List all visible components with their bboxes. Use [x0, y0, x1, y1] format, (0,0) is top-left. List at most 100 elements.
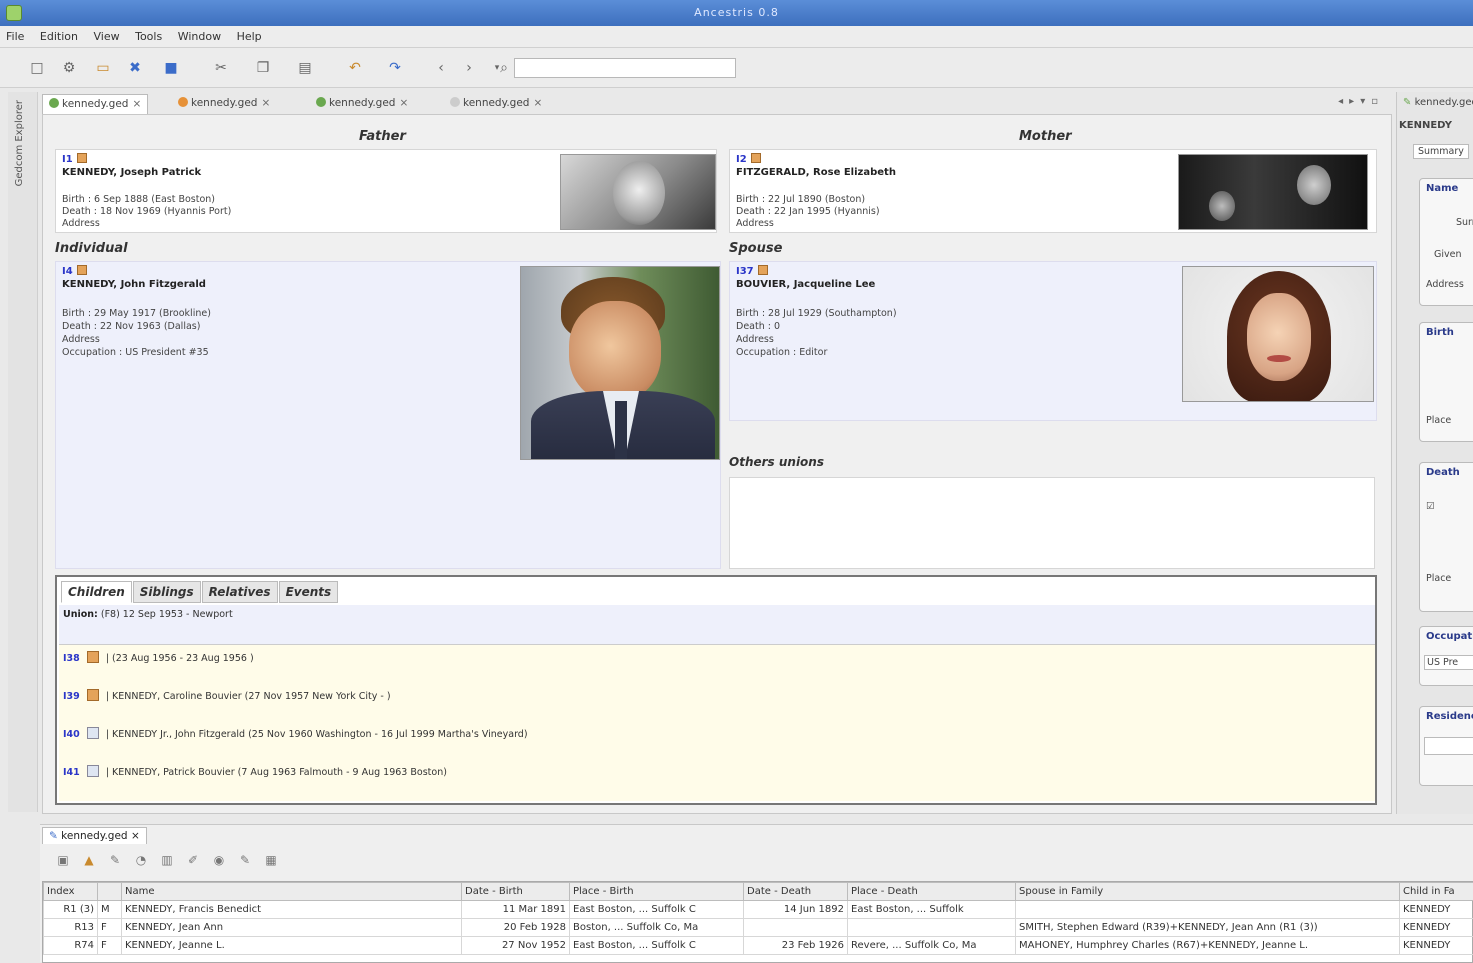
death-section-label: Death	[1426, 467, 1460, 478]
cut-icon[interactable]: ✂	[210, 57, 232, 79]
copy-icon[interactable]: ❐	[252, 57, 274, 79]
father-card[interactable]: I1 KENNEDY, Joseph Patrick Birth : 6 Sep…	[55, 149, 717, 233]
tab-events[interactable]: Events	[279, 581, 339, 603]
child-row[interactable]: I39 | KENNEDY, Caroline Bouvier (27 Nov …	[63, 689, 391, 702]
occupation-value[interactable]: US Pre	[1424, 655, 1473, 670]
cell: MAHONEY, Humphrey Charles (R67)+KENNEDY,…	[1016, 937, 1400, 955]
child-text: | (23 Aug 1956 - 23 Aug 1956 )	[106, 653, 254, 664]
spouse-death: Death : 0	[736, 321, 780, 332]
close-icon[interactable]: ×	[131, 830, 140, 842]
children-list: I38 | (23 Aug 1956 - 23 Aug 1956 ) I39 |…	[59, 645, 1375, 801]
close-file-icon[interactable]: ✖	[124, 57, 146, 79]
paste-icon[interactable]: ▤	[294, 57, 316, 79]
new-file-icon[interactable]: □	[26, 57, 48, 79]
others-unions-list[interactable]	[729, 477, 1375, 569]
close-icon[interactable]: ×	[399, 97, 408, 109]
death-section: Death ☑ Place	[1419, 462, 1473, 612]
col-sex[interactable]	[98, 883, 122, 901]
child-row[interactable]: I40 | KENNEDY Jr., John Fitzgerald (25 N…	[63, 727, 528, 740]
father-id: I1	[62, 153, 87, 165]
summary-tab[interactable]: Summary	[1413, 144, 1469, 159]
father-birth: Birth : 6 Sep 1888 (East Boston)	[62, 194, 215, 205]
mother-header: Mother	[1019, 129, 1072, 144]
media-icon[interactable]: ✐	[184, 853, 202, 871]
individual-card[interactable]: I4 KENNEDY, John Fitzgerald Birth : 29 M…	[55, 261, 721, 569]
tab-kennedy-3[interactable]: kennedy.ged×	[310, 94, 414, 114]
menu-file[interactable]: File	[0, 26, 30, 43]
father-header: Father	[359, 129, 406, 144]
residence-input[interactable]	[1424, 737, 1473, 755]
search-input[interactable]	[514, 58, 736, 78]
col-spouse-in-family[interactable]: Spouse in Family	[1016, 883, 1400, 901]
cell: KENNEDY, Jeanne L.	[122, 937, 462, 955]
tab-relatives[interactable]: Relatives	[202, 581, 278, 603]
repository-icon[interactable]: ▥	[158, 853, 176, 871]
tab-children[interactable]: Children	[61, 581, 132, 603]
submitter-icon[interactable]: ◉	[210, 853, 228, 871]
col-date-birth[interactable]: Date - Birth	[462, 883, 570, 901]
edit-icon[interactable]: ✎	[236, 853, 254, 871]
back-icon[interactable]: ‹	[430, 57, 452, 79]
right-title: KENNEDY	[1399, 120, 1452, 131]
close-icon[interactable]: ×	[261, 97, 270, 109]
save-icon[interactable]: ■	[160, 57, 182, 79]
filter-icon[interactable]: ▦	[262, 853, 280, 871]
birth-section-label: Birth	[1426, 327, 1454, 338]
col-date-death[interactable]: Date - Death	[744, 883, 848, 901]
tab-kennedy-4[interactable]: kennedy.ged×	[444, 94, 548, 114]
individual-id-text: I4	[62, 266, 73, 277]
death-checkbox[interactable]: ☑	[1426, 501, 1435, 512]
menu-window[interactable]: Window	[172, 26, 227, 43]
tab-siblings[interactable]: Siblings	[133, 581, 201, 603]
spouse-card[interactable]: I37 BOUVIER, Jacqueline Lee Birth : 28 J…	[729, 261, 1377, 421]
menu-help[interactable]: Help	[231, 26, 268, 43]
col-place-death[interactable]: Place - Death	[848, 883, 1016, 901]
right-tab[interactable]: ✎ kennedy.ged	[1403, 97, 1473, 108]
col-index[interactable]: Index	[44, 883, 98, 901]
cell: East Boston, ... Suffolk	[848, 901, 1016, 919]
menu-tools[interactable]: Tools	[129, 26, 168, 43]
union-row[interactable]: Union: (F8) 12 Sep 1953 - Newport	[59, 605, 1375, 645]
table-row[interactable]: R74 F KENNEDY, Jeanne L. 27 Nov 1952 Eas…	[44, 937, 1473, 955]
tab-kennedy-2[interactable]: kennedy.ged×	[172, 94, 276, 114]
family-icon[interactable]: ▲	[80, 853, 98, 871]
tab-kennedy-1[interactable]: kennedy.ged ×	[42, 94, 148, 114]
child-text: | KENNEDY, Patrick Bouvier (7 Aug 1963 F…	[106, 767, 447, 778]
table-row[interactable]: R1 (3) M KENNEDY, Francis Benedict 11 Ma…	[44, 901, 1473, 919]
menu-view[interactable]: View	[87, 26, 125, 43]
col-place-birth[interactable]: Place - Birth	[570, 883, 744, 901]
child-text: | KENNEDY Jr., John Fitzgerald (25 Nov 1…	[106, 729, 528, 740]
child-row[interactable]: I41 | KENNEDY, Patrick Bouvier (7 Aug 19…	[63, 765, 447, 778]
settings-icon[interactable]: ⚙	[58, 57, 80, 79]
tab-label: kennedy.ged	[62, 98, 128, 110]
undo-icon[interactable]: ↶	[344, 57, 366, 79]
union-label: Union:	[63, 609, 98, 620]
spouse-occupation: Occupation : Editor	[736, 347, 827, 358]
note-icon[interactable]: ✎	[106, 853, 124, 871]
redo-icon[interactable]: ↷	[384, 57, 406, 79]
cell: 27 Nov 1952	[462, 937, 570, 955]
open-folder-icon[interactable]: ▭	[92, 57, 114, 79]
mother-card[interactable]: I2 FITZGERALD, Rose Elizabeth Birth : 22…	[729, 149, 1377, 233]
bottom-tab[interactable]: ✎ kennedy.ged ×	[42, 827, 147, 844]
gedcom-explorer-strip[interactable]: Gedcom Explorer	[8, 92, 38, 812]
close-icon[interactable]: ×	[132, 98, 141, 110]
close-icon[interactable]: ×	[533, 97, 542, 109]
source-icon[interactable]: ◔	[132, 853, 150, 871]
col-name[interactable]: Name	[122, 883, 462, 901]
child-row[interactable]: I38 | (23 Aug 1956 - 23 Aug 1956 )	[63, 651, 254, 664]
individual-icon[interactable]: ▣	[54, 853, 72, 871]
table-row[interactable]: R13 F KENNEDY, Jean Ann 20 Feb 1928 Bost…	[44, 919, 1473, 937]
child-id: I40	[63, 729, 80, 740]
individual-death: Death : 22 Nov 1963 (Dallas)	[62, 321, 200, 332]
forward-icon[interactable]: ›	[458, 57, 480, 79]
table-header-row: Index Name Date - Birth Place - Birth Da…	[44, 883, 1473, 901]
children-panel: ChildrenSiblingsRelativesEvents Union: (…	[55, 575, 1377, 805]
tab-navigation[interactable]: ◂▸▾▫	[1338, 96, 1384, 107]
cell: Revere, ... Suffolk Co, Ma	[848, 937, 1016, 955]
mother-name: FITZGERALD, Rose Elizabeth	[736, 167, 896, 178]
menu-edition[interactable]: Edition	[34, 26, 84, 43]
col-child-in-family[interactable]: Child in Fa	[1400, 883, 1473, 901]
cell: 14 Jun 1892	[744, 901, 848, 919]
list-toolbar: ▣ ▲ ✎ ◔ ▥ ✐ ◉ ✎ ▦	[54, 853, 288, 875]
